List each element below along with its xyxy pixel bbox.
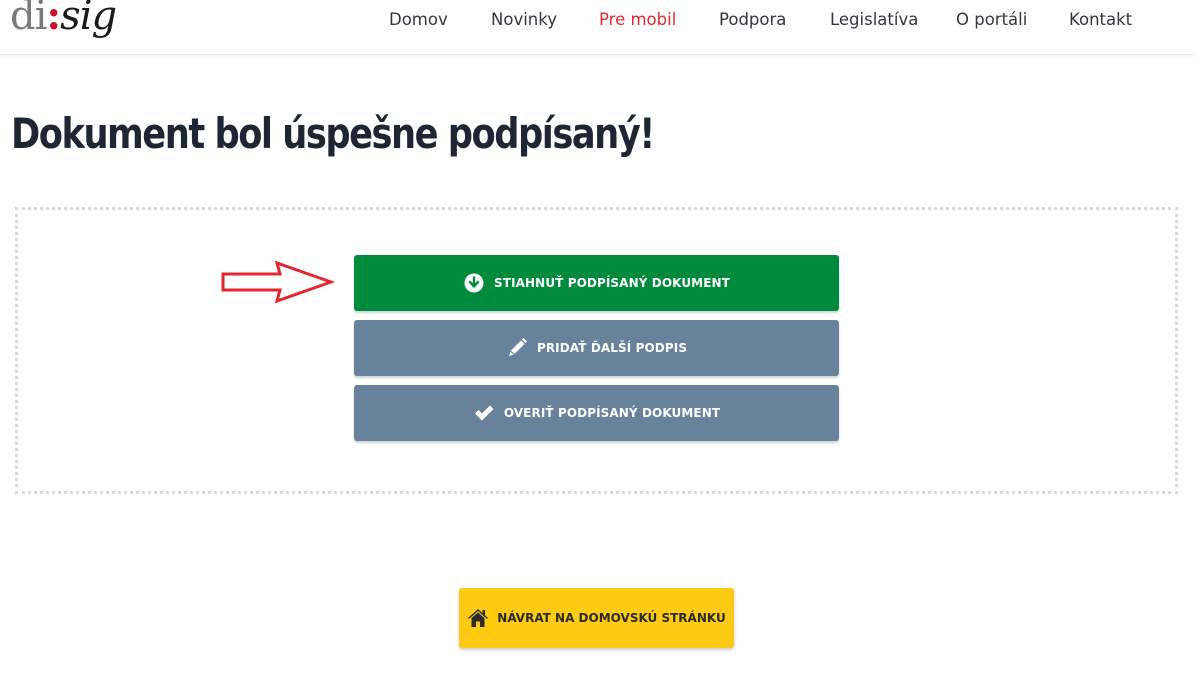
verify-button-label: OVERIŤ PODPÍSANÝ DOKUMENT <box>503 406 721 420</box>
nav-item-kontakt[interactable]: Kontakt <box>1069 10 1132 29</box>
nav-item-o-portali[interactable]: O portáli <box>956 10 1027 29</box>
main-nav: Domov Novinky Pre mobil Podpora Legislat… <box>0 0 1197 44</box>
annotation-arrow-icon <box>221 260 334 304</box>
return-home-label: NÁVRAT NA DOMOVSKÚ STRÁNKU <box>497 611 726 625</box>
nav-item-podpora[interactable]: Podpora <box>719 10 786 29</box>
nav-item-novinky[interactable]: Novinky <box>491 10 557 29</box>
return-home-button[interactable]: NÁVRAT NA DOMOVSKÚ STRÁNKU <box>459 588 734 648</box>
checkmark-icon <box>473 402 495 424</box>
page-title: Dokument bol úspešne podpísaný! <box>11 109 655 158</box>
nav-item-domov[interactable]: Domov <box>389 10 448 29</box>
download-circle-icon <box>463 272 485 294</box>
download-button-label: STIAHNUŤ PODPÍSANÝ DOKUMENT <box>494 276 730 290</box>
home-icon <box>467 608 489 628</box>
verify-signed-document-button[interactable]: OVERIŤ PODPÍSANÝ DOKUMENT <box>354 385 839 441</box>
add-signature-label: PRIDAŤ ĎALŠÍ PODPIS <box>536 341 688 355</box>
nav-item-pre-mobil[interactable]: Pre mobil <box>599 10 676 29</box>
nav-item-legislativa[interactable]: Legislatíva <box>830 10 918 29</box>
download-signed-document-button[interactable]: STIAHNUŤ PODPÍSANÝ DOKUMENT <box>354 255 839 311</box>
pencil-icon <box>506 337 528 359</box>
add-signature-button[interactable]: PRIDAŤ ĎALŠÍ PODPIS <box>354 320 839 376</box>
site-header: di:sig Domov Novinky Pre mobil Podpora L… <box>0 0 1197 55</box>
